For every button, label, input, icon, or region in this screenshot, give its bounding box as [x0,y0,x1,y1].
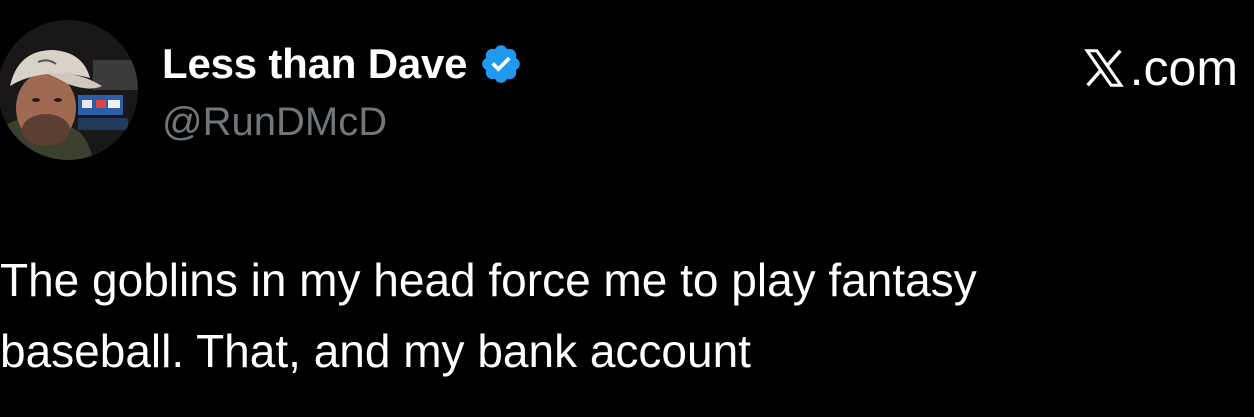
author-row: Less than Dave [162,38,523,90]
brand-watermark: .com [1080,40,1238,96]
avatar-photo [0,20,138,160]
author-handle[interactable]: @RunDMcD [162,97,387,147]
x-logo-icon [1080,45,1128,91]
tweet-text: The goblins in my head force me to play … [0,254,977,377]
brand-text: .com [1129,40,1238,96]
avatar[interactable] [0,20,138,160]
verified-badge-icon [479,42,523,86]
display-name[interactable]: Less than Dave [162,38,468,90]
tweet-card: Less than Dave @RunDMcD .com The goblins… [0,0,1254,417]
